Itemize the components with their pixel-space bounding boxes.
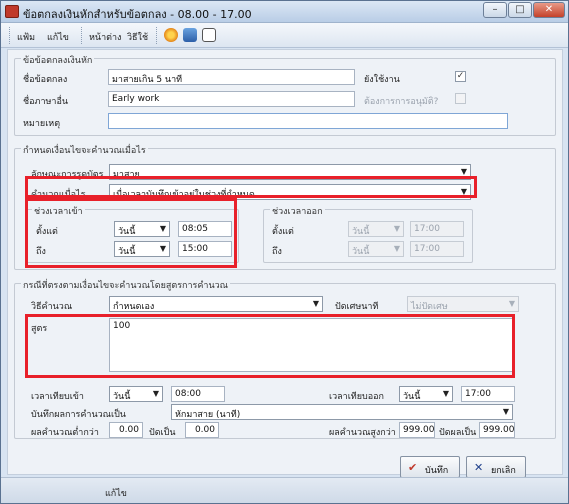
out-to-time-field[interactable]: 17:00: [410, 241, 464, 257]
rounding-label: ปัดเศษนาที: [335, 302, 379, 312]
toolbar-grip: [9, 27, 10, 44]
save-button-label: บันทึก: [425, 466, 449, 476]
method-dropdown[interactable]: กำหนดเอง ▼: [109, 296, 323, 312]
menu-separator: [81, 27, 82, 44]
highlight-formula: [25, 314, 515, 378]
rounding-dropdown[interactable]: ไม่ปัดเศษ ▼: [407, 296, 519, 312]
agreement-name-field[interactable]: มาสายเกิน 5 นาที: [108, 69, 355, 85]
record-as-value: หักมาสาย (นาที): [175, 410, 241, 420]
status-bar: แก้ไข: [1, 477, 568, 503]
min-result-label: ผลคำนวณต่ำกว่า: [31, 428, 99, 438]
menu-separator: [156, 27, 157, 44]
min-round-label: ปัดเป็น: [149, 428, 176, 438]
cancel-button-label: ยกเลิก: [491, 466, 516, 476]
status-mode: แก้ไข: [105, 489, 127, 499]
menu-help[interactable]: วิธีใช้: [127, 30, 148, 44]
time-out-day-value: วันนี้: [403, 392, 421, 402]
method-value: กำหนดเอง: [113, 302, 155, 312]
method-label: วิธีคำนวณ: [31, 302, 73, 312]
minimize-button[interactable]: –: [483, 2, 507, 18]
close-button[interactable]: ✕: [533, 2, 565, 18]
agreement-name-label: ชื่อข้อตกลง: [23, 75, 68, 85]
out-from-day-dropdown[interactable]: วันนี้ ▼: [348, 221, 404, 237]
out-from-time-field[interactable]: 17:00: [410, 221, 464, 237]
rounding-value: ไม่ปัดเศษ: [411, 302, 448, 312]
highlight-in-period: [25, 198, 237, 268]
agreement-group: ข้อข้อตกลงเงินหัก ชื่อข้อตกลง มาสายเกิน …: [14, 53, 556, 136]
out-to-day-value: วันนี้: [352, 247, 370, 257]
calculator-icon[interactable]: [202, 28, 216, 42]
menu-window[interactable]: หน้าต่าง: [89, 30, 121, 44]
active-label: ยังใช้งาน: [364, 75, 400, 85]
cancel-button[interactable]: ✕ ยกเลิก: [466, 456, 526, 478]
chevron-down-icon: ▼: [508, 299, 515, 308]
approval-label: ต้องการการอนุมัติ?: [364, 97, 439, 107]
menu-bar: แฟ้ม แก้ไข หน้าต่าง วิธีใช้: [1, 23, 568, 48]
out-from-day-value: วันนี้: [352, 227, 370, 237]
min-result-field[interactable]: 0.00: [109, 422, 143, 438]
alt-name-label: ชื่อภาษาอื่น: [23, 97, 69, 107]
min-round-field[interactable]: 0.00: [185, 422, 219, 438]
conditions-legend: กำหนดเงื่อนไขจะคำนวณเมื่อไร: [21, 143, 148, 157]
time-out-label: เวลาเทียบออก: [329, 392, 384, 402]
maximize-button[interactable]: □: [508, 2, 532, 18]
out-period-group: ช่วงเวลาออก ตั้งแต่ วันนี้ ▼ 17:00 ถึง ว…: [263, 204, 473, 263]
max-round-label: ปัดผลเป็น: [439, 428, 477, 438]
app-window: ข้อตกลงเงินหักสำหรับข้อตกลง - 08.00 - 17…: [0, 0, 569, 504]
save-button[interactable]: ✔ บันทึก: [400, 456, 460, 478]
out-period-legend: ช่วงเวลาออก: [270, 204, 325, 218]
chevron-down-icon: ▼: [442, 389, 449, 398]
time-in-day-dropdown[interactable]: วันนี้ ▼: [109, 386, 163, 402]
chevron-down-icon: ▼: [502, 407, 509, 416]
agreement-legend: ข้อข้อตกลงเงินหัก: [21, 53, 95, 67]
time-in-label: เวลาเทียบเข้า: [31, 392, 84, 402]
chevron-down-icon: ▼: [393, 224, 400, 233]
chevron-down-icon: ▼: [152, 389, 159, 398]
max-result-label: ผลคำนวณสูงกว่า: [329, 428, 396, 438]
out-from-label: ตั้งแต่: [272, 227, 294, 237]
title-bar[interactable]: ข้อตกลงเงินหักสำหรับข้อตกลง - 08.00 - 17…: [1, 1, 568, 23]
highlight-calc-when: [25, 176, 477, 198]
checkmark-icon: ✔: [408, 461, 418, 474]
time-in-field[interactable]: 08:00: [171, 386, 225, 402]
formula-legend: กรณีที่ตรงตามเงื่อนไขจะคำนวณโดยสูตรการคำ…: [21, 278, 231, 292]
help-icon[interactable]: [164, 28, 178, 42]
menu-edit[interactable]: แก้ไข: [47, 30, 69, 44]
record-as-dropdown[interactable]: หักมาสาย (นาที) ▼: [171, 404, 513, 420]
time-in-day-value: วันนี้: [113, 392, 131, 402]
max-round-field[interactable]: 999.00: [479, 422, 515, 438]
note-field[interactable]: [108, 113, 508, 129]
record-as-label: บันทึกผลการคำนวณเป็น: [31, 410, 126, 420]
alt-name-field[interactable]: Early work: [108, 91, 355, 107]
window-title: ข้อตกลงเงินหักสำหรับข้อตกลง - 08.00 - 17…: [23, 8, 252, 21]
app-icon: [5, 5, 19, 18]
chevron-down-icon: ▼: [312, 299, 319, 308]
out-to-day-dropdown[interactable]: วันนี้ ▼: [348, 241, 404, 257]
active-checkbox[interactable]: ✓: [455, 71, 466, 82]
out-to-label: ถึง: [272, 247, 282, 257]
window-icon[interactable]: [183, 28, 197, 42]
menu-file[interactable]: แฟ้ม: [17, 30, 35, 44]
note-label: หมายเหตุ: [23, 119, 61, 129]
cancel-x-icon: ✕: [474, 461, 484, 474]
max-result-field[interactable]: 999.00: [399, 422, 435, 438]
approval-checkbox[interactable]: [455, 93, 466, 104]
chevron-down-icon: ▼: [460, 167, 467, 176]
time-out-field[interactable]: 17:00: [461, 386, 515, 402]
time-out-day-dropdown[interactable]: วันนี้ ▼: [399, 386, 453, 402]
chevron-down-icon: ▼: [393, 244, 400, 253]
